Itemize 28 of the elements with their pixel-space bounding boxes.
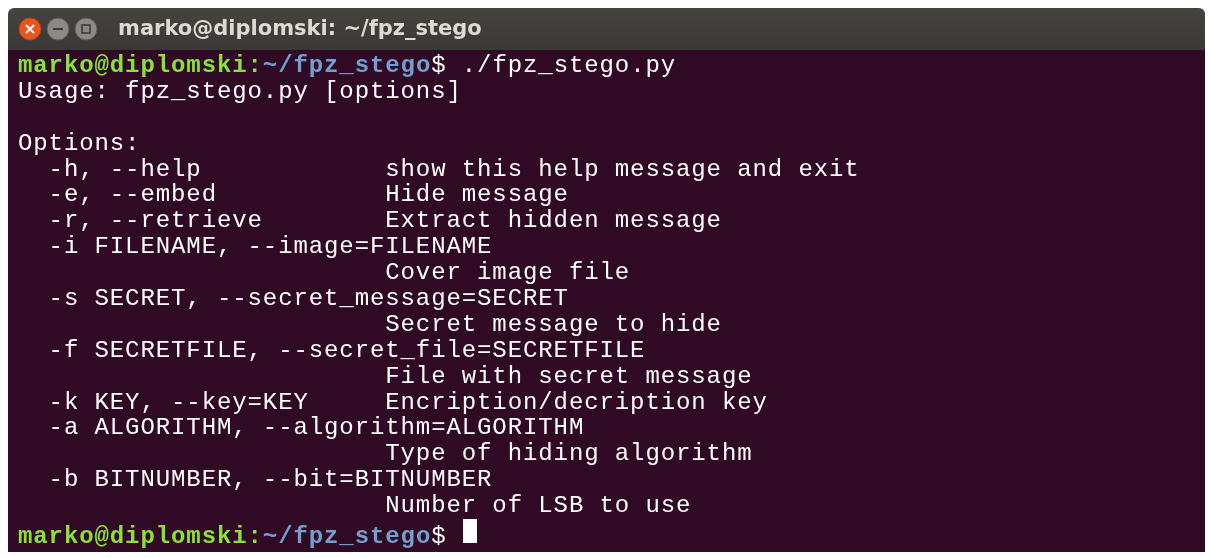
output-line: Secret message to hide [384,310,722,338]
output-line: -r, --retrieve Extract hidden message [47,207,722,235]
output-line: -a ALGORITHM, --algorithm=ALGORITHM [47,414,585,442]
window-title: marko@diplomski: ~/fpz_stego [118,15,482,43]
output-line: Options: [18,129,141,157]
output-line: -f SECRETFILE, --secret_file=SECRETFILE [47,336,646,364]
prompt-symbol: $ [431,52,447,79]
prompt-path: ~/fpz_stego [262,523,432,551]
output-line: -i FILENAME, --image=FILENAME [47,233,493,261]
output-line: File with secret message [384,362,753,390]
prompt-user-host: marko@diplomski [18,52,248,79]
output-line: -b BITNUMBER, --bit=BITNUMBER [47,466,493,494]
maximize-icon[interactable] [74,17,98,41]
output-line: -h, --help show this help message and exit [47,155,860,183]
close-icon[interactable] [18,17,42,41]
output-line: Usage: fpz_stego.py [options] [18,77,462,105]
output-line: -e, --embed Hide message [47,181,569,209]
prompt-separator: : [247,523,263,551]
output-line: Number of LSB to use [384,492,692,520]
output-line: Cover image file [384,259,631,287]
prompt-path: ~/fpz_stego [262,52,432,79]
output-line: -s SECRET, --secret_message=SECRET [47,285,569,312]
output-line: Type of hiding algorithm [384,440,753,468]
prompt-user-host: marko@diplomski [18,523,248,551]
command-text: ./fpz_stego.py [461,52,677,79]
prompt-separator: : [247,52,263,79]
output-line: -k KEY, --key=KEY Encription/decription key [47,388,768,416]
prompt-symbol: $ [431,523,447,551]
